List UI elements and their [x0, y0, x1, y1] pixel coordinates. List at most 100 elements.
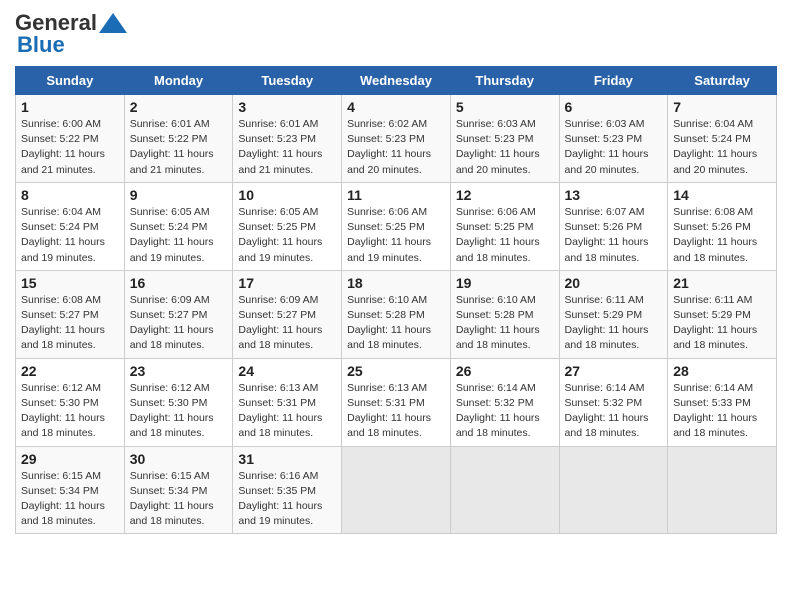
calendar-cell: 14 Sunrise: 6:08 AMSunset: 5:26 PMDaylig…	[668, 182, 777, 270]
header-sunday: Sunday	[16, 67, 125, 95]
day-number: 27	[565, 363, 663, 379]
day-info: Sunrise: 6:11 AMSunset: 5:29 PMDaylight:…	[565, 293, 663, 354]
calendar-cell-empty	[342, 446, 451, 534]
day-number: 26	[456, 363, 554, 379]
calendar-cell: 17 Sunrise: 6:09 AMSunset: 5:27 PMDaylig…	[233, 270, 342, 358]
day-info: Sunrise: 6:04 AMSunset: 5:24 PMDaylight:…	[673, 117, 771, 178]
day-info: Sunrise: 6:08 AMSunset: 5:26 PMDaylight:…	[673, 205, 771, 266]
day-number: 6	[565, 99, 663, 115]
calendar-cell: 2 Sunrise: 6:01 AMSunset: 5:22 PMDayligh…	[124, 95, 233, 183]
calendar-cell: 13 Sunrise: 6:07 AMSunset: 5:26 PMDaylig…	[559, 182, 668, 270]
calendar-cell: 20 Sunrise: 6:11 AMSunset: 5:29 PMDaylig…	[559, 270, 668, 358]
day-info: Sunrise: 6:13 AMSunset: 5:31 PMDaylight:…	[238, 381, 336, 442]
calendar-cell: 10 Sunrise: 6:05 AMSunset: 5:25 PMDaylig…	[233, 182, 342, 270]
day-number: 17	[238, 275, 336, 291]
day-number: 3	[238, 99, 336, 115]
day-info: Sunrise: 6:02 AMSunset: 5:23 PMDaylight:…	[347, 117, 445, 178]
calendar-cell: 1 Sunrise: 6:00 AMSunset: 5:22 PMDayligh…	[16, 95, 125, 183]
calendar-week-row: 29 Sunrise: 6:15 AMSunset: 5:34 PMDaylig…	[16, 446, 777, 534]
calendar-cell: 29 Sunrise: 6:15 AMSunset: 5:34 PMDaylig…	[16, 446, 125, 534]
day-number: 11	[347, 187, 445, 203]
calendar-cell: 3 Sunrise: 6:01 AMSunset: 5:23 PMDayligh…	[233, 95, 342, 183]
day-number: 18	[347, 275, 445, 291]
day-info: Sunrise: 6:05 AMSunset: 5:25 PMDaylight:…	[238, 205, 336, 266]
day-number: 25	[347, 363, 445, 379]
day-info: Sunrise: 6:09 AMSunset: 5:27 PMDaylight:…	[238, 293, 336, 354]
calendar-cell: 21 Sunrise: 6:11 AMSunset: 5:29 PMDaylig…	[668, 270, 777, 358]
day-info: Sunrise: 6:08 AMSunset: 5:27 PMDaylight:…	[21, 293, 119, 354]
calendar-cell-empty	[668, 446, 777, 534]
header-saturday: Saturday	[668, 67, 777, 95]
day-number: 7	[673, 99, 771, 115]
header-wednesday: Wednesday	[342, 67, 451, 95]
day-info: Sunrise: 6:12 AMSunset: 5:30 PMDaylight:…	[130, 381, 228, 442]
header-monday: Monday	[124, 67, 233, 95]
day-number: 20	[565, 275, 663, 291]
calendar-header-row: SundayMondayTuesdayWednesdayThursdayFrid…	[16, 67, 777, 95]
calendar-cell: 12 Sunrise: 6:06 AMSunset: 5:25 PMDaylig…	[450, 182, 559, 270]
logo: General Blue	[15, 10, 127, 58]
calendar-cell: 19 Sunrise: 6:10 AMSunset: 5:28 PMDaylig…	[450, 270, 559, 358]
calendar-table: SundayMondayTuesdayWednesdayThursdayFrid…	[15, 66, 777, 534]
day-number: 4	[347, 99, 445, 115]
day-info: Sunrise: 6:11 AMSunset: 5:29 PMDaylight:…	[673, 293, 771, 354]
calendar-week-row: 22 Sunrise: 6:12 AMSunset: 5:30 PMDaylig…	[16, 358, 777, 446]
day-number: 19	[456, 275, 554, 291]
day-number: 31	[238, 451, 336, 467]
day-number: 13	[565, 187, 663, 203]
day-number: 8	[21, 187, 119, 203]
calendar-cell: 30 Sunrise: 6:15 AMSunset: 5:34 PMDaylig…	[124, 446, 233, 534]
calendar-cell: 25 Sunrise: 6:13 AMSunset: 5:31 PMDaylig…	[342, 358, 451, 446]
day-number: 29	[21, 451, 119, 467]
day-info: Sunrise: 6:03 AMSunset: 5:23 PMDaylight:…	[456, 117, 554, 178]
page-header: General Blue	[15, 10, 777, 58]
calendar-cell: 27 Sunrise: 6:14 AMSunset: 5:32 PMDaylig…	[559, 358, 668, 446]
day-number: 12	[456, 187, 554, 203]
day-number: 1	[21, 99, 119, 115]
day-number: 23	[130, 363, 228, 379]
logo-text-blue: Blue	[17, 32, 65, 58]
day-info: Sunrise: 6:14 AMSunset: 5:32 PMDaylight:…	[565, 381, 663, 442]
day-number: 21	[673, 275, 771, 291]
calendar-cell: 8 Sunrise: 6:04 AMSunset: 5:24 PMDayligh…	[16, 182, 125, 270]
day-info: Sunrise: 6:04 AMSunset: 5:24 PMDaylight:…	[21, 205, 119, 266]
day-number: 24	[238, 363, 336, 379]
day-info: Sunrise: 6:05 AMSunset: 5:24 PMDaylight:…	[130, 205, 228, 266]
day-info: Sunrise: 6:10 AMSunset: 5:28 PMDaylight:…	[347, 293, 445, 354]
day-number: 15	[21, 275, 119, 291]
calendar-cell: 22 Sunrise: 6:12 AMSunset: 5:30 PMDaylig…	[16, 358, 125, 446]
day-number: 22	[21, 363, 119, 379]
calendar-cell: 28 Sunrise: 6:14 AMSunset: 5:33 PMDaylig…	[668, 358, 777, 446]
calendar-cell: 11 Sunrise: 6:06 AMSunset: 5:25 PMDaylig…	[342, 182, 451, 270]
calendar-cell: 24 Sunrise: 6:13 AMSunset: 5:31 PMDaylig…	[233, 358, 342, 446]
calendar-cell-empty	[559, 446, 668, 534]
calendar-cell: 7 Sunrise: 6:04 AMSunset: 5:24 PMDayligh…	[668, 95, 777, 183]
day-info: Sunrise: 6:03 AMSunset: 5:23 PMDaylight:…	[565, 117, 663, 178]
calendar-cell: 5 Sunrise: 6:03 AMSunset: 5:23 PMDayligh…	[450, 95, 559, 183]
day-info: Sunrise: 6:14 AMSunset: 5:32 PMDaylight:…	[456, 381, 554, 442]
calendar-cell: 31 Sunrise: 6:16 AMSunset: 5:35 PMDaylig…	[233, 446, 342, 534]
header-friday: Friday	[559, 67, 668, 95]
calendar-cell: 18 Sunrise: 6:10 AMSunset: 5:28 PMDaylig…	[342, 270, 451, 358]
day-info: Sunrise: 6:09 AMSunset: 5:27 PMDaylight:…	[130, 293, 228, 354]
day-number: 10	[238, 187, 336, 203]
calendar-cell: 4 Sunrise: 6:02 AMSunset: 5:23 PMDayligh…	[342, 95, 451, 183]
day-info: Sunrise: 6:07 AMSunset: 5:26 PMDaylight:…	[565, 205, 663, 266]
calendar-week-row: 15 Sunrise: 6:08 AMSunset: 5:27 PMDaylig…	[16, 270, 777, 358]
day-number: 9	[130, 187, 228, 203]
day-info: Sunrise: 6:13 AMSunset: 5:31 PMDaylight:…	[347, 381, 445, 442]
header-tuesday: Tuesday	[233, 67, 342, 95]
day-number: 14	[673, 187, 771, 203]
calendar-week-row: 8 Sunrise: 6:04 AMSunset: 5:24 PMDayligh…	[16, 182, 777, 270]
day-number: 16	[130, 275, 228, 291]
day-info: Sunrise: 6:12 AMSunset: 5:30 PMDaylight:…	[21, 381, 119, 442]
calendar-cell: 15 Sunrise: 6:08 AMSunset: 5:27 PMDaylig…	[16, 270, 125, 358]
day-info: Sunrise: 6:06 AMSunset: 5:25 PMDaylight:…	[456, 205, 554, 266]
calendar-cell-empty	[450, 446, 559, 534]
day-info: Sunrise: 6:01 AMSunset: 5:23 PMDaylight:…	[238, 117, 336, 178]
day-info: Sunrise: 6:15 AMSunset: 5:34 PMDaylight:…	[130, 469, 228, 530]
calendar-cell: 26 Sunrise: 6:14 AMSunset: 5:32 PMDaylig…	[450, 358, 559, 446]
logo-icon	[99, 13, 127, 33]
day-info: Sunrise: 6:00 AMSunset: 5:22 PMDaylight:…	[21, 117, 119, 178]
day-number: 28	[673, 363, 771, 379]
